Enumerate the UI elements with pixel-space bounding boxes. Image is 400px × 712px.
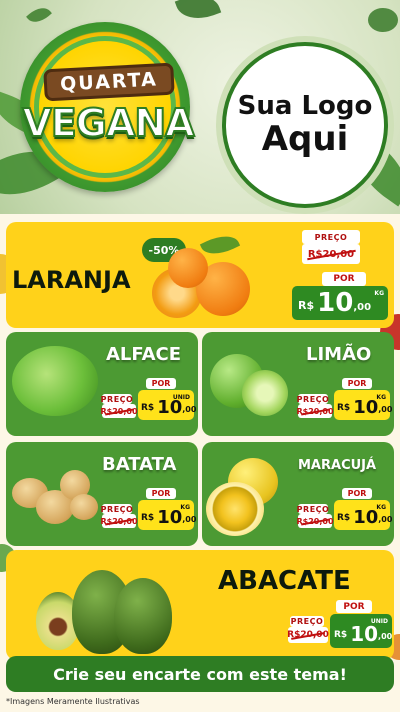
price-box: PREÇO R$20,00 POR R$ 10 ,00 UNID <box>287 600 392 658</box>
price-decimal: ,00 <box>182 405 197 414</box>
current-price: R$ 10 ,00 KG <box>334 500 393 530</box>
price-box: PREÇO R$20,00 POR R$ 10 ,00 UNID <box>100 378 197 434</box>
por-label: POR <box>322 272 366 286</box>
passion-fruit-half-image <box>206 482 264 536</box>
por-label: POR <box>336 600 372 613</box>
badge-top-text: QUARTA <box>59 68 159 96</box>
leaf-icon <box>199 229 241 261</box>
current-price: R$ 10 ,00 KG <box>292 286 388 320</box>
current-price: R$ 10 ,00 KG <box>138 500 197 530</box>
disclaimer-text: *Imagens Meramente Ilustrativas <box>6 697 140 706</box>
price-decimal: ,00 <box>378 515 393 524</box>
price-box: PREÇO R$20,00 POR R$ 10 ,00 KG <box>292 230 390 320</box>
preco-label: PREÇO <box>100 394 134 404</box>
vegana-title: VEGANA <box>10 98 206 148</box>
product-card-maracuja[interactable]: MARACUJÁ PREÇO R$20,00 POR R$ 10 ,00 KG <box>202 442 394 546</box>
old-price: R$20,00 <box>296 514 334 528</box>
old-price: R$20,00 <box>296 404 334 418</box>
por-label: POR <box>146 488 176 499</box>
price-unit: KG <box>180 504 190 511</box>
quarta-plate: QUARTA <box>43 62 175 102</box>
lettuce-image <box>12 346 98 416</box>
product-name: ABACATE <box>218 566 351 596</box>
old-price: R$20,00 <box>100 404 138 418</box>
product-card-batata[interactable]: BATATA PREÇO R$20,00 POR R$ 10 ,00 KG <box>6 442 198 546</box>
cta-banner[interactable]: Crie seu encarte com este tema! <box>6 656 394 692</box>
price-integer: 10 <box>353 507 379 528</box>
por-label: POR <box>342 378 372 389</box>
old-price: R$20,00 <box>287 627 329 643</box>
price-unit: KG <box>376 504 386 511</box>
por-label: POR <box>342 488 372 499</box>
preco-label: PREÇO <box>296 394 330 404</box>
price-box: PREÇO R$20,00 POR R$ 10 ,00 KG <box>296 378 393 434</box>
price-box: PREÇO R$20,00 POR R$ 10 ,00 KG <box>100 488 197 544</box>
product-card-laranja[interactable]: LARANJA -50% PREÇO R$20,00 POR R$ 10 ,00… <box>6 222 394 328</box>
old-price: R$20,00 <box>100 514 138 528</box>
price-unit: UNID <box>370 618 388 625</box>
preco-label: PREÇO <box>302 230 360 244</box>
price-unit: KG <box>374 290 384 297</box>
logo-line1: Sua Logo <box>237 91 373 121</box>
product-card-abacate[interactable]: ABACATE PREÇO R$20,00 POR R$ 10 ,00 UNID <box>6 550 394 660</box>
price-integer: 10 <box>350 622 379 646</box>
lime-half-image <box>242 370 288 416</box>
price-integer: 10 <box>317 288 354 318</box>
price-decimal: ,00 <box>378 405 393 414</box>
currency: R$ <box>337 513 351 523</box>
logo-line2: Aqui <box>261 118 349 159</box>
preco-label: PREÇO <box>290 616 324 627</box>
broccoli-decoration <box>368 8 398 32</box>
product-name: LARANJA <box>12 266 131 294</box>
current-price: R$ 10 ,00 UNID <box>330 614 392 648</box>
price-unit: KG <box>376 394 386 401</box>
product-name: ALFACE <box>106 344 182 365</box>
product-name: LIMÃO <box>306 344 372 365</box>
products-area: LARANJA -50% PREÇO R$20,00 POR R$ 10 ,00… <box>0 214 400 712</box>
avocado-image <box>114 578 172 654</box>
leaf-decoration <box>26 2 52 28</box>
price-decimal: ,00 <box>378 632 393 641</box>
product-card-limao[interactable]: LIMÃO PREÇO R$20,00 POR R$ 10 ,00 KG <box>202 332 394 436</box>
product-name: BATATA <box>102 454 177 475</box>
price-box: PREÇO R$20,00 POR R$ 10 ,00 KG <box>296 488 393 544</box>
currency: R$ <box>337 403 351 413</box>
header-banner: QUARTA VEGANA Sua Logo Aqui <box>0 0 400 214</box>
product-name: MARACUJÁ <box>298 458 377 473</box>
por-label: POR <box>146 378 176 389</box>
current-price: R$ 10 ,00 UNID <box>138 390 197 420</box>
price-integer: 10 <box>157 397 183 418</box>
price-unit: UNID <box>172 394 190 401</box>
currency: R$ <box>334 630 348 640</box>
orange-image <box>168 248 208 288</box>
logo-placeholder: Sua Logo Aqui <box>222 42 388 208</box>
preco-label: PREÇO <box>100 504 134 514</box>
price-integer: 10 <box>353 397 379 418</box>
price-decimal: ,00 <box>182 515 197 524</box>
currency: R$ <box>141 513 155 523</box>
currency: R$ <box>298 299 315 312</box>
preco-label: PREÇO <box>296 504 330 514</box>
price-integer: 10 <box>157 507 183 528</box>
current-price: R$ 10 ,00 KG <box>334 390 393 420</box>
broccoli-decoration <box>174 0 222 27</box>
product-card-alface[interactable]: ALFACE PREÇO R$20,00 POR R$ 10 ,00 UNID <box>6 332 198 436</box>
old-price: R$20,00 <box>302 244 360 264</box>
currency: R$ <box>141 403 155 413</box>
potato-image <box>70 494 98 520</box>
price-decimal: ,00 <box>353 302 372 313</box>
badge-main-text: VEGANA <box>21 100 195 146</box>
